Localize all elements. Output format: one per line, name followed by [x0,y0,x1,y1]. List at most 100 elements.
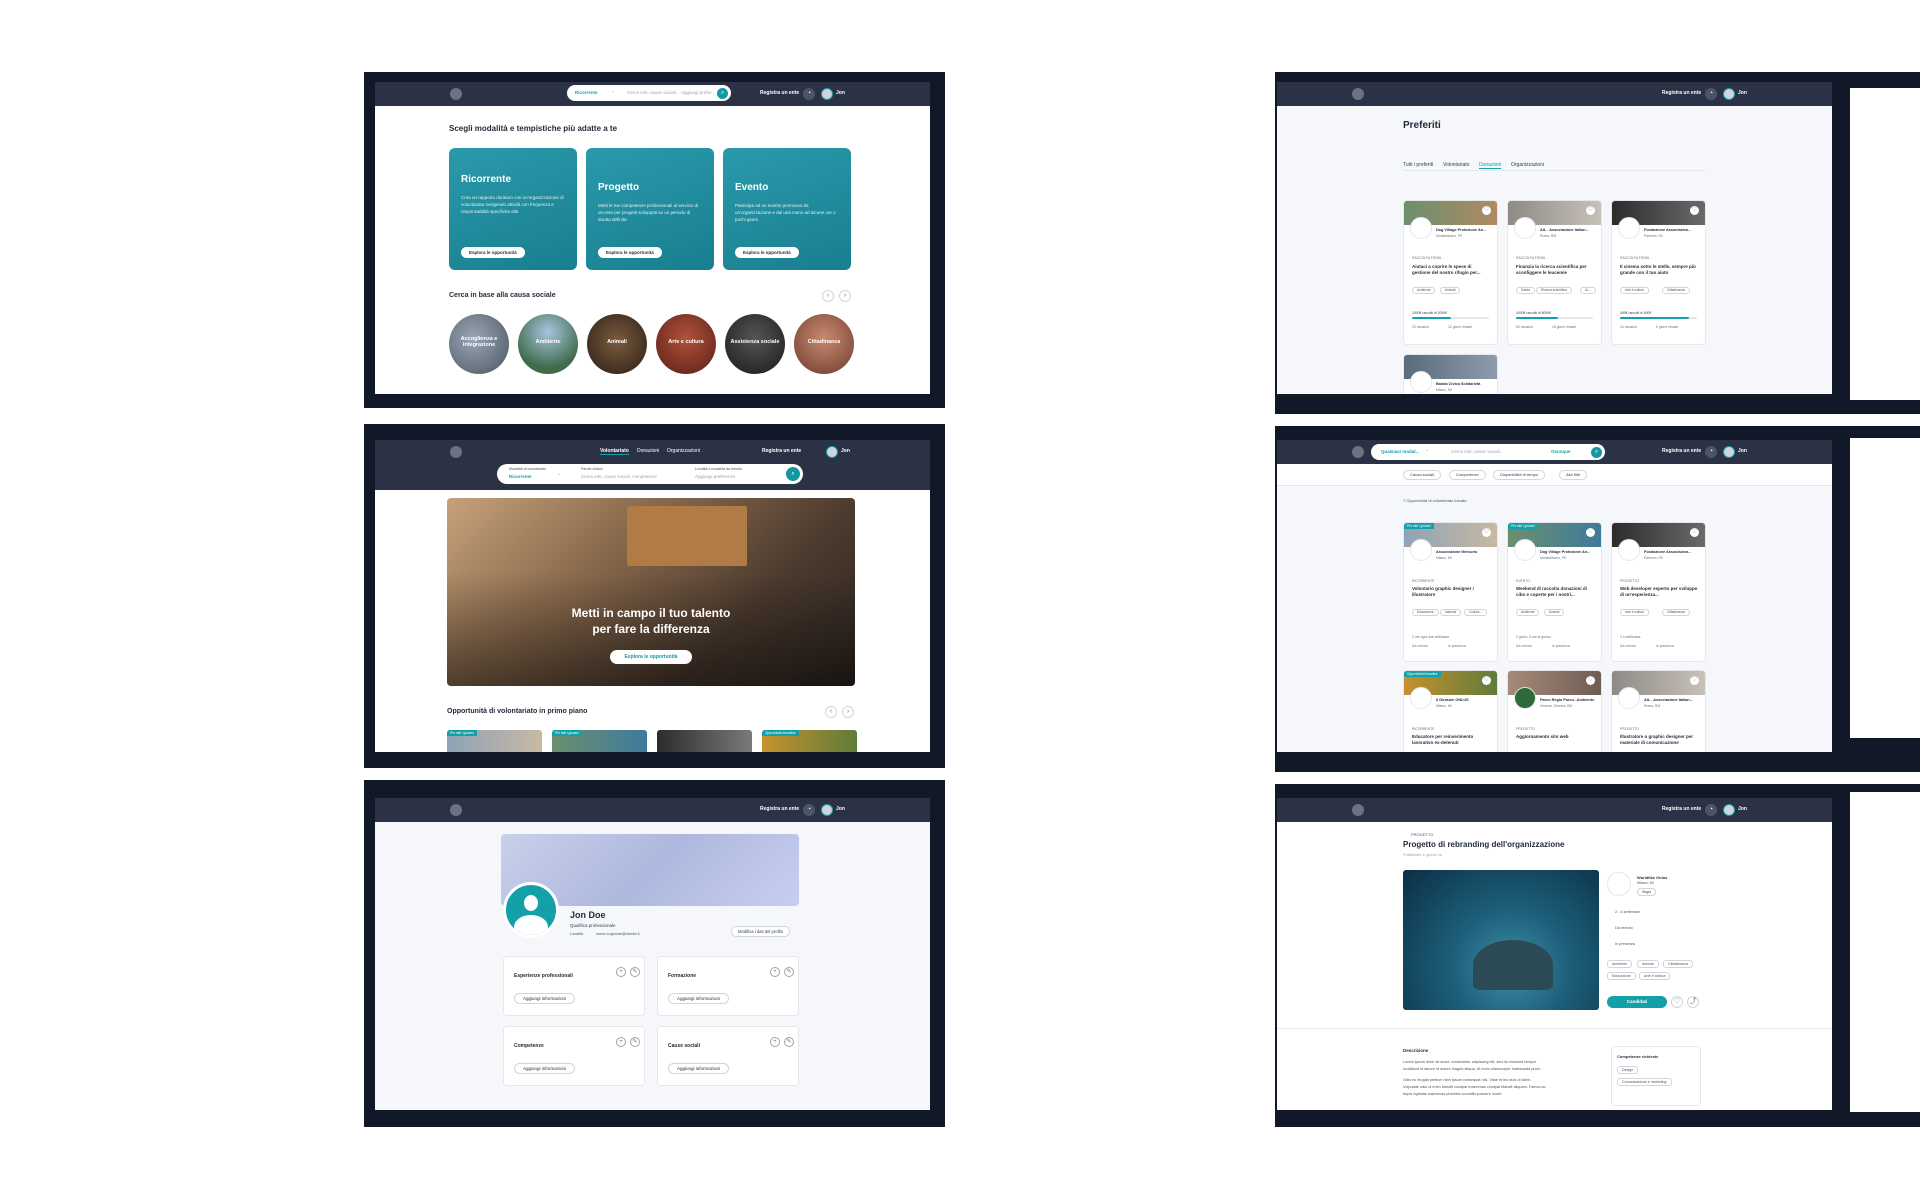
edit-profile-button[interactable]: Modifica i dati del profilo [731,926,790,937]
cause-circle-animali[interactable]: Animali [587,314,647,374]
heart-icon[interactable]: ♡ [1690,676,1699,685]
where-input[interactable]: Aggiungi prefer... [681,90,715,95]
profile-avatar[interactable] [503,882,559,938]
featured-card[interactable]: Per tutti i giovani [447,730,542,752]
logo[interactable] [450,804,462,816]
tab-volunteering[interactable]: Volontariato [1443,162,1469,168]
next-arrow-icon[interactable]: › [842,706,854,718]
cause-circle-accoglienza[interactable]: Accoglienza e integrazione [449,314,509,374]
where-input[interactable]: Aggiungi preferenze [695,474,735,479]
user-menu[interactable]: Jon [1738,448,1747,454]
mode-select[interactable]: Qualsiasi modal... [1381,449,1419,454]
user-menu[interactable]: Jon [836,90,845,96]
bell-icon[interactable]: ◔ [1705,804,1717,816]
apply-button[interactable]: Candidati [1607,996,1667,1008]
tab-all[interactable]: Tutti i preferiti [1403,162,1433,168]
keyword-input[interactable]: Cerca enti, cause sociali... [1451,449,1504,454]
add-icon[interactable]: + [770,1037,780,1047]
filter-more[interactable]: Altri filtri [1559,470,1588,480]
explore-button[interactable]: Esplora le opportunità [735,247,799,258]
logo[interactable] [1352,804,1364,816]
heart-icon[interactable]: ♡ [1586,528,1595,537]
search-icon[interactable]: ⌕ [786,467,800,481]
register-org-link[interactable]: Registra un ente [1662,90,1701,96]
mode-card-ricorrente[interactable]: Ricorrente Crea un rapporto duraturo con… [449,148,577,270]
heart-icon[interactable]: ♡ [1690,528,1699,537]
tab-donations[interactable]: Donazioni [637,448,659,454]
bell-icon[interactable]: ◔ [1705,446,1717,458]
tab-donations[interactable]: Donazioni [1479,162,1502,169]
add-icon[interactable]: + [616,1037,626,1047]
search-bar[interactable]: Qualsiasi modal... ⌄ Cerca enti, cause s… [1371,444,1605,460]
explore-button[interactable]: Esplora le opportunità [598,247,662,258]
user-menu[interactable]: Jon [1738,90,1747,96]
logo[interactable] [1352,88,1364,100]
logo[interactable] [450,88,462,100]
featured-card[interactable]: Opportunità formative [762,730,857,752]
heart-icon[interactable]: ♡ [1482,528,1491,537]
register-org-link[interactable]: Registra un ente [1662,448,1701,454]
cause-circle-arte[interactable]: Arte e cultura [656,314,716,374]
mode-select[interactable]: Ricorrente [575,90,598,95]
mode-card-progetto[interactable]: Progetto Metti le tue competenze profess… [586,148,714,270]
filter-availability[interactable]: Disponibilità di tempo [1493,470,1546,480]
heart-icon[interactable]: ♡ [1482,206,1491,215]
tab-organizations[interactable]: Organizzazioni [667,448,700,454]
add-info-button[interactable]: Aggiungi informazioni [514,993,576,1004]
search-bar[interactable]: Modalità di volontariato Ricorrente ⌄ Pa… [497,464,803,484]
avatar[interactable] [1723,446,1735,458]
opportunity-card[interactable]: Per tutti i giovani ♡ Dog Village Protez… [1507,522,1602,662]
next-arrow-icon[interactable]: › [839,290,851,302]
heart-icon[interactable]: ♡ [1671,996,1683,1008]
avatar[interactable] [821,804,833,816]
filter-skills[interactable]: Competenze [1449,470,1486,480]
prev-arrow-icon[interactable]: ‹ [822,290,834,302]
avatar[interactable] [1723,804,1735,816]
avatar[interactable] [1723,88,1735,100]
follow-button[interactable]: Segui [1637,888,1657,896]
register-org-link[interactable]: Registra un ente [1662,806,1701,812]
share-icon[interactable]: ⤴ [1687,996,1699,1008]
favorite-card[interactable]: ♡ Fondazione Associazion... Palermo, PA … [1611,200,1706,345]
search-icon[interactable]: ⌕ [1591,446,1602,458]
mode-select[interactable]: Ricorrente [509,474,532,479]
user-menu[interactable]: Jon [841,448,850,454]
featured-card[interactable]: Per tutti i giovani [552,730,647,752]
cause-circle-ambiente[interactable]: Ambiente [518,314,578,374]
hero-explore-button[interactable]: Esplora le opportunità [610,650,692,664]
bell-icon[interactable]: ◔ [803,88,815,100]
user-menu[interactable]: Jon [1738,806,1747,812]
cause-circle-cittadinanza[interactable]: Cittadinanza [794,314,854,374]
favorite-card[interactable]: ♡ Dog Village Protezione An... Montesilv… [1403,200,1498,345]
avatar[interactable] [821,88,833,100]
bell-icon[interactable]: ◔ [803,804,815,816]
add-info-button[interactable]: Aggiungi informazioni [514,1063,576,1074]
add-icon[interactable]: + [770,967,780,977]
add-icon[interactable]: + [616,967,626,977]
opportunity-card[interactable]: ♡ AIL - Associazione Italian... Roma, RM… [1611,670,1706,752]
tab-volunteering[interactable]: Volontariato [600,448,629,455]
register-org-link[interactable]: Registra un ente [760,806,799,812]
keyword-input[interactable]: Cerca enti, cause sociali... [627,90,680,95]
edit-icon[interactable]: ✎ [784,967,794,977]
heart-icon[interactable]: ♡ [1586,206,1595,215]
edit-icon[interactable]: ✎ [784,1037,794,1047]
register-org-link[interactable]: Registra un ente [760,90,799,96]
logo[interactable] [1352,446,1364,458]
bell-icon[interactable]: ◔ [1705,88,1717,100]
where-input[interactable]: Ovunque [1551,449,1571,454]
edit-icon[interactable]: ✎ [630,967,640,977]
filter-causes[interactable]: Causa sociali [1403,470,1441,480]
mode-card-evento[interactable]: Evento Partecipa ad un evento promosso d… [723,148,851,270]
featured-card[interactable] [657,730,752,752]
opportunity-card[interactable]: Opportunità formative ♡ Il Girasole ONLU… [1403,670,1498,752]
opportunity-card[interactable]: Per tutti i giovani ♡ Associazione Mercu… [1403,522,1498,662]
logo[interactable] [450,446,462,458]
cause-circle-assistenza[interactable]: Assistenza sociale [725,314,785,374]
add-info-button[interactable]: Aggiungi informazioni [668,1063,730,1074]
register-org-link[interactable]: Registra un ente [762,448,801,454]
search-bar[interactable]: Ricorrente ⌄ Cerca enti, cause sociali..… [567,85,731,101]
edit-icon[interactable]: ✎ [630,1037,640,1047]
heart-icon[interactable]: ♡ [1690,206,1699,215]
prev-arrow-icon[interactable]: ‹ [825,706,837,718]
